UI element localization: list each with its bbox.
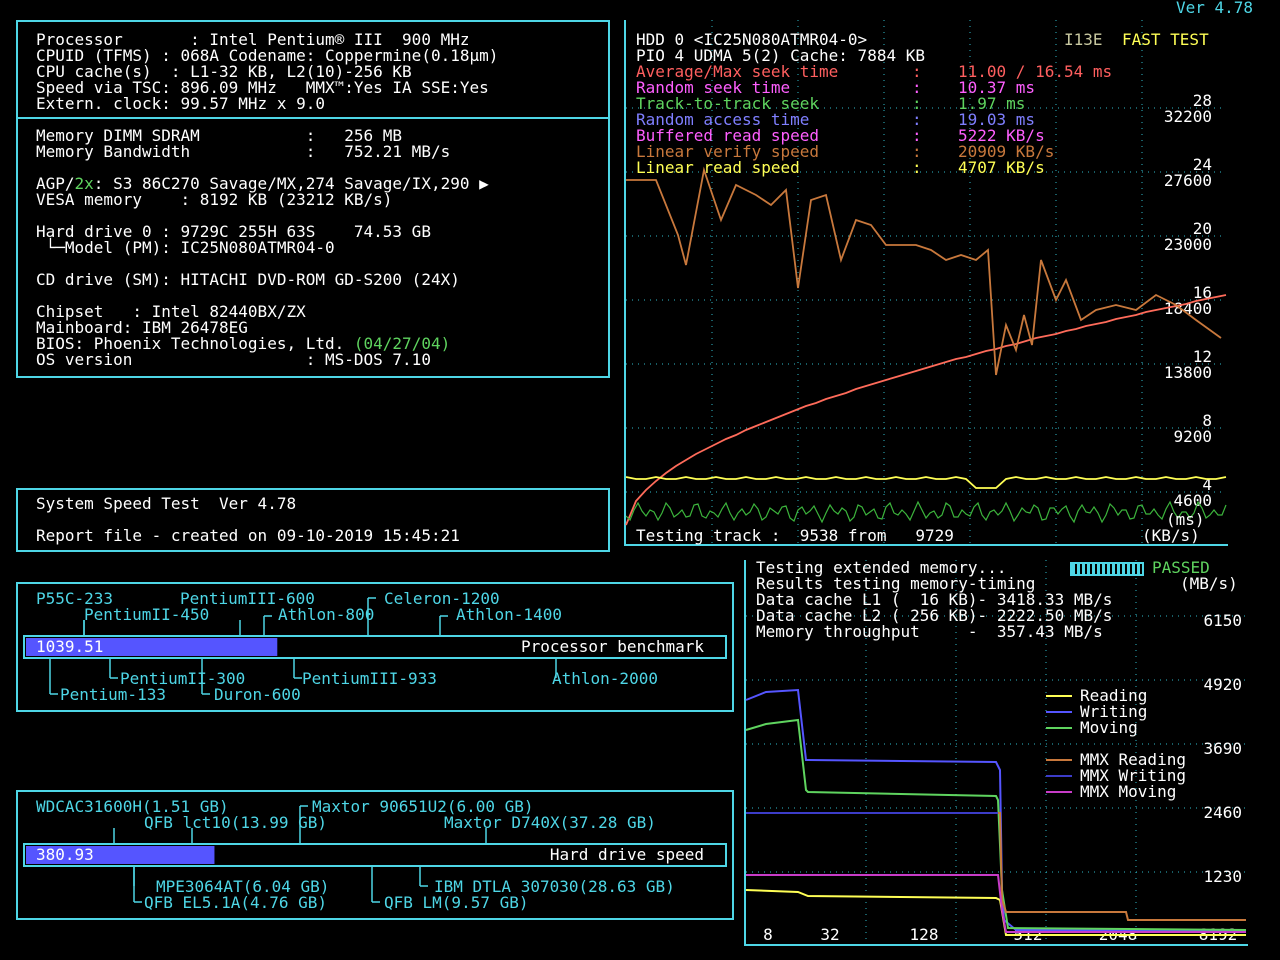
linear-verify-series: [626, 166, 1222, 376]
mem-x-tick: 32: [820, 925, 839, 944]
legend-swatch: [1046, 791, 1072, 793]
cpu-bench-caption: Processor benchmark: [521, 637, 704, 656]
mmx-reading-series: [746, 812, 1246, 921]
hdd-bench-ref-label: QFB LM(9.57 GB): [384, 893, 529, 912]
report-title: System Speed Test Ver 4.78: [36, 494, 297, 513]
hdd-kbs-tick: 4600: [1173, 491, 1212, 510]
hdd-kbs-tick: 27600: [1164, 171, 1212, 190]
mem-panel-bottom-border: [744, 944, 1248, 946]
hdd-kbs-tick: 13800: [1164, 363, 1212, 382]
cpu-bench-ref-label: PentiumIII-933: [302, 669, 437, 688]
mem-y-tick: 4920: [1203, 675, 1242, 694]
memory-bandwidth-line: Memory Bandwidth : 752.21 MB/s: [36, 142, 451, 161]
memtest-unit: (MB/s): [1180, 574, 1238, 593]
legend-swatch: [1046, 727, 1072, 729]
legend-swatch: [1046, 711, 1072, 713]
cpu-benchmark-scale: 1039.51 Processor benchmarkP55C-233 Pentiu…: [23, 589, 727, 704]
mem-y-tick: 2460: [1203, 803, 1242, 822]
legend-swatch: [1046, 775, 1072, 777]
legend-swatch: [1046, 695, 1072, 697]
fast-test-label: FAST TEST: [1122, 30, 1209, 49]
hdd-bench-ref-label: Maxtor D740X(37.28 GB): [444, 813, 656, 832]
hdd-mode: I13E: [1064, 30, 1103, 49]
mem-y-tick: 1230: [1203, 867, 1242, 886]
mem-y-tick: 3690: [1203, 739, 1242, 758]
hdd-kbs-tick: 32200: [1164, 107, 1212, 126]
buffered-read-series: [625, 476, 1227, 489]
hdd-metric-value: 4707 KB/s: [958, 158, 1045, 177]
memtest-progress-bar: [1070, 562, 1144, 576]
memory-throughput-line: Memory throughput - 357.43 MB/s: [756, 622, 1103, 641]
hdd-bench-value: 380.93: [36, 845, 94, 864]
ext-clock-line: Extern. clock: 99.57 MHz x 9.0: [36, 94, 325, 113]
track-seek-series: [625, 500, 1227, 524]
writing-series: [745, 688, 1246, 931]
vesa-line: VESA memory : 8192 KB (23212 KB/s): [36, 190, 393, 209]
hard-drive-model-line: └─Model (PM): IC25N080ATMR04-0: [36, 238, 335, 257]
cpu-bench-value: 1039.51: [36, 637, 103, 656]
legend-label: Moving: [1080, 718, 1138, 737]
hdd-kbs-tick: 23000: [1164, 235, 1212, 254]
cpu-bench-ref-label: PentiumII-450: [84, 605, 209, 624]
cpu-bench-ref-label: Athlon-1400: [456, 605, 562, 624]
legend-label: MMX Moving: [1080, 782, 1177, 801]
hdd-metric-row: Linear read speed: [636, 158, 800, 177]
testing-track-line: Testing track : 9538 from 9729: [636, 526, 954, 545]
cpu-bench-ref-label: Duron-600: [214, 685, 301, 704]
hdd-kbs-tick: 9200: [1173, 427, 1212, 446]
system-info-divider: [16, 117, 610, 119]
os-version-line: OS version : MS-DOS 7.10: [36, 350, 431, 369]
cpu-bench-ref-label: Pentium-133: [60, 685, 166, 704]
cd-drive-line: CD drive (SM): HITACHI DVD-ROM GD-S200 (…: [36, 270, 460, 289]
mem-x-tick: 128: [910, 925, 939, 944]
version-label: Ver 4.78: [1176, 0, 1254, 17]
linear-read-series: [625, 294, 1227, 526]
unit-kbs-label: (KB/s): [1142, 526, 1200, 545]
hdd-bench-ref-label: QFB EL5.1A(4.76 GB): [144, 893, 327, 912]
mmx-moving-series: [746, 874, 1246, 933]
hdd-bench-ref-label: QFB lct10(13.99 GB): [144, 813, 327, 832]
report-created: Report file - created on 09-10-2019 15:4…: [36, 526, 460, 545]
hdd-metric-separator: :: [912, 158, 922, 177]
mem-y-tick: 6150: [1203, 611, 1242, 630]
hdd-benchmark-scale: 380.93 Hard drive speedWDCAC31600H(1.51 G…: [23, 797, 727, 912]
cpu-bench-ref-label: Athlon-800: [278, 605, 374, 624]
legend-swatch: [1046, 759, 1072, 761]
mem-x-tick: 8: [763, 925, 773, 944]
hdd-bench-caption: Hard drive speed: [550, 845, 704, 864]
cpu-bench-ref-label: Athlon-2000: [552, 669, 658, 688]
